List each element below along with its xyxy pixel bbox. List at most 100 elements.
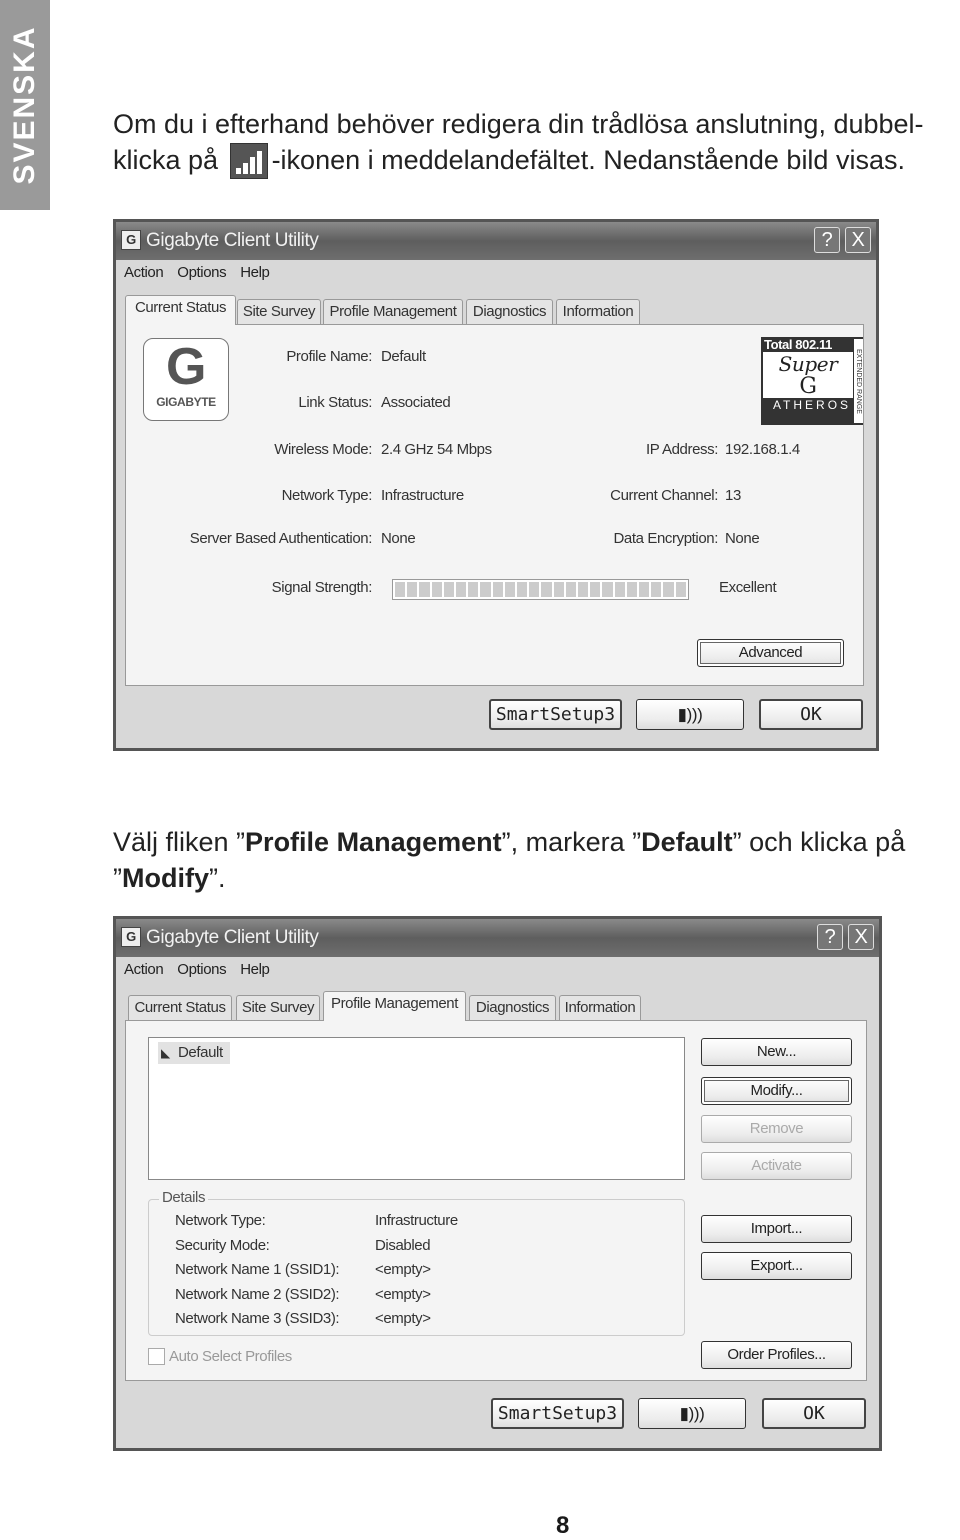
tab-site-survey[interactable]: Site Survey [237,299,321,325]
window-title: Gigabyte Client Utility [146,927,319,948]
signal-segment [614,582,625,597]
data-encryption-label: Data Encryption: [613,530,719,547]
wireless-card-button[interactable]: ▮))) [638,1398,746,1429]
status-panel: G GIGABYTE Total 802.11 Super G ATHEROS … [125,324,864,686]
order-profiles-button[interactable]: Order Profiles... [701,1341,852,1369]
app-icon: G [121,230,141,250]
signal-segment [675,582,686,597]
text: ”, markera ” [501,827,642,857]
signal-segment [492,582,503,597]
signal-segment [431,582,442,597]
tab-information[interactable]: Information [559,995,641,1021]
tab-current-status[interactable]: Current Status [128,995,232,1021]
signal-segment [553,582,564,597]
bold-text: Profile Management [245,827,502,857]
signal-segment [504,582,516,597]
signal-segment [639,582,650,597]
profile-item-default[interactable]: ◣ Default [158,1042,230,1064]
tab-diagnostics[interactable]: Diagnostics [466,299,553,325]
close-button[interactable]: X [848,924,874,950]
bold-text: Modify [122,863,209,893]
ip-address-label: IP Address: [645,441,718,458]
auto-select-checkbox[interactable] [148,1348,165,1365]
signal-segment [456,582,467,597]
import-button[interactable]: Import... [701,1215,852,1243]
export-button[interactable]: Export... [701,1252,852,1280]
close-button[interactable]: X [845,227,871,253]
remove-button[interactable]: Remove [701,1115,852,1143]
signal-strength-value: Excellent [719,579,777,596]
menu-bar: Action Options Help [124,264,283,281]
ok-button[interactable]: OK [762,1398,866,1429]
server-auth-label: Server Based Authentication: [189,530,373,547]
menu-options[interactable]: Options [177,264,226,281]
signal-segment [443,582,455,597]
signal-segment [651,582,662,597]
current-channel-label: Current Channel: [610,487,718,504]
advanced-button[interactable]: Advanced [697,639,844,667]
smartsetup3-button[interactable]: SmartSetup3 [489,699,622,730]
tab-site-survey[interactable]: Site Survey [236,995,320,1021]
link-status-value: Associated [381,394,451,411]
language-label: SVENSKA [8,25,41,185]
details-title: Details [159,1189,209,1206]
help-button[interactable]: ? [817,924,843,950]
detail-label: Network Name 1 (SSID1): [175,1261,340,1278]
detail-value: <empty> [375,1261,431,1278]
signal-segment [468,582,479,597]
profile-list[interactable]: ◣ Default [148,1037,685,1180]
smartsetup3-button[interactable]: SmartSetup3 [491,1398,624,1429]
wireless-card-button[interactable]: ▮))) [636,699,744,730]
signal-bars-icon [229,143,268,179]
modify-button[interactable]: Modify... [701,1077,852,1105]
help-button[interactable]: ? [814,227,840,253]
signal-strength-bar [392,579,689,600]
signal-segment [419,582,430,597]
tab-profile-management[interactable]: Profile Management [323,991,466,1021]
detail-value: <empty> [375,1310,431,1327]
signal-segment [663,582,674,597]
detail-value: <empty> [375,1285,431,1303]
instruction-paragraph: Välj fliken ”Profile Management”, marker… [113,824,953,896]
ok-button[interactable]: OK [759,699,863,730]
tab-profile-management[interactable]: Profile Management [323,299,463,325]
signal-segment [407,582,418,597]
details-group: Details Network Type: Infrastructure Secur… [148,1189,685,1336]
gigabyte-logo: G GIGABYTE [143,338,229,421]
signal-segment [541,582,552,597]
profile-name-value: Default [381,348,426,365]
profile-name: Default [178,1044,223,1061]
new-button[interactable]: New... [701,1038,852,1066]
detail-label: Security Mode: [175,1236,270,1254]
title-bar: G Gigabyte Client Utility ? X [116,222,876,260]
signal-segment [626,582,638,597]
menu-help[interactable]: Help [240,264,270,281]
menu-action[interactable]: Action [124,961,164,978]
signal-segment [395,582,406,597]
detail-value: Disabled [375,1236,431,1254]
activate-button[interactable]: Activate [701,1152,852,1180]
extended-range-label: EXTENDED RANGE [854,339,863,423]
tab-current-status[interactable]: Current Status [125,295,236,325]
tab-diagnostics[interactable]: Diagnostics [469,995,556,1021]
detail-label: Network Type: [175,1212,266,1229]
network-type-label: Network Type: [281,487,373,504]
signal-segment [517,582,528,597]
title-bar: G Gigabyte Client Utility ? X [116,919,879,957]
profile-panel: ◣ Default Details Network Type: Infrastruc… [125,1020,867,1381]
ip-address-value: 192.168.1.4 [725,441,800,458]
tab-information[interactable]: Information [556,299,640,325]
menu-action[interactable]: Action [124,264,164,281]
signal-segment [590,582,601,597]
network-type-value: Infrastructure [381,487,464,504]
menu-help[interactable]: Help [240,961,270,978]
signal-segment [602,582,613,597]
app-icon: G [121,927,141,947]
menu-options[interactable]: Options [177,961,226,978]
atheros-super-g-logo: Total 802.11 Super G ATHEROS EXTENDED RA… [761,337,863,425]
signal-segment [529,582,540,597]
client-utility-window-profiles: G Gigabyte Client Utility ? X Action Opti… [113,916,882,1451]
wireless-card-icon: ▮))) [679,1404,705,1423]
auto-select-label: Auto Select Profiles [169,1348,292,1365]
wireless-mode-value: 2.4 GHz 54 Mbps [381,441,492,458]
